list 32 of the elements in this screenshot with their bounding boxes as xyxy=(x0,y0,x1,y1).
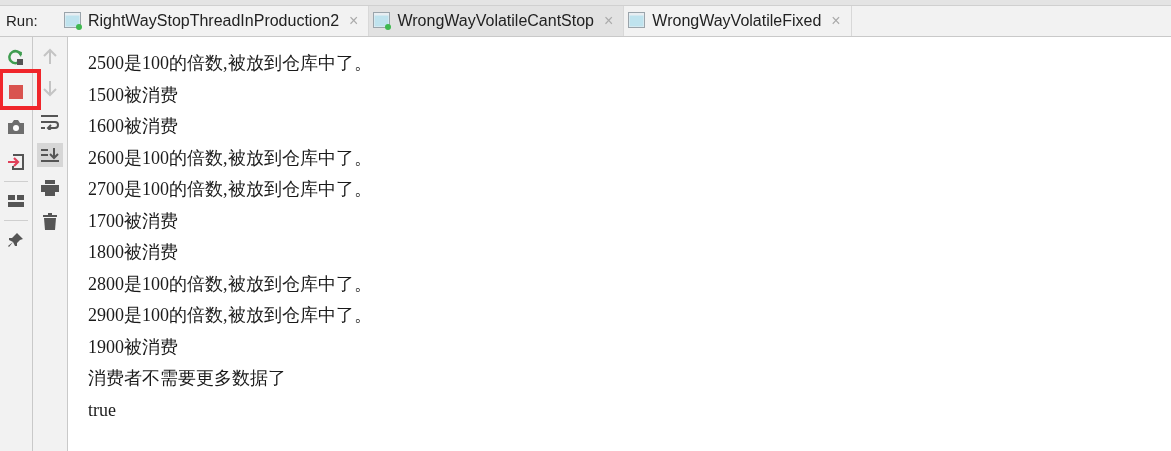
console-line: 1800被消费 xyxy=(88,241,178,264)
console-line: 1600被消费 xyxy=(88,115,178,138)
camera-button[interactable] xyxy=(5,117,27,137)
trash-icon xyxy=(43,212,57,230)
console-line: 2900是100的倍数,被放到仓库中了。 xyxy=(88,304,372,327)
tab-title: WrongWayVolatileFixed xyxy=(652,11,822,31)
tab-title: WrongWayVolatileCantStop xyxy=(397,11,594,31)
console-line: 1900被消费 xyxy=(88,335,178,359)
run-label: Run: xyxy=(5,10,39,31)
down-arrow-icon xyxy=(43,81,57,97)
exit-icon xyxy=(8,154,24,170)
tab-title: RightWayStopThreadInProduction2 xyxy=(88,11,340,31)
console-line: 1500被消费 xyxy=(88,83,178,107)
console-line: 2800是100的倍数,被放到仓库中了。 xyxy=(88,272,372,296)
rerun-icon xyxy=(8,49,24,65)
console-line: true xyxy=(88,398,116,422)
console-line: 1700被消费 xyxy=(88,209,178,233)
up-arrow-icon xyxy=(43,48,57,64)
console-line: 消费者不需要更多数据了 xyxy=(88,367,286,390)
camera-icon xyxy=(8,120,24,134)
scroll-end-button[interactable] xyxy=(37,143,63,167)
console-line: 2500是100的倍数,被放到仓库中了。 xyxy=(88,52,372,75)
console-line: 2700是100的倍数,被放到仓库中了。 xyxy=(88,178,372,201)
pin-icon xyxy=(8,232,24,248)
stop-icon xyxy=(9,85,23,99)
layout-icon xyxy=(8,195,24,207)
printer-icon xyxy=(41,180,59,196)
soft-wrap-icon xyxy=(41,114,59,130)
scroll-to-end-icon xyxy=(41,147,59,163)
run-tab[interactable]: WrongWayVolatileCantStop × xyxy=(369,6,625,36)
exit-button[interactable] xyxy=(5,152,27,172)
console-line: 2600是100的倍数,被放到仓库中了。 xyxy=(88,146,372,170)
